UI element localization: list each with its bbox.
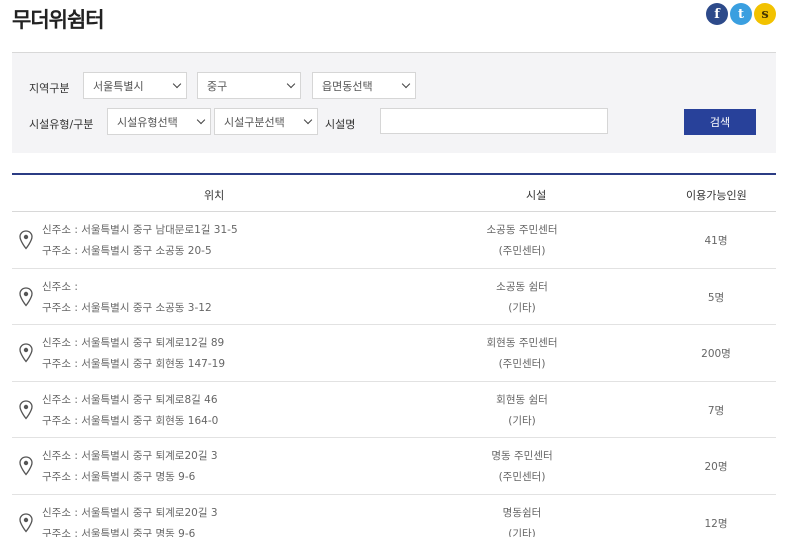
facility-type: (기타) [508, 527, 536, 537]
old-address: 구주소 : 서울특별시 중구 회현동 164-0 [42, 414, 219, 427]
facility-type: (주민센터) [498, 245, 546, 257]
facility-category-select[interactable]: 시설구분선택 [214, 108, 318, 135]
old-address: 구주소 : 서울특별시 중구 명동 9-6 [42, 471, 196, 483]
capacity: 5명 [707, 291, 725, 304]
facility-name: 소공동 쉼터 [496, 280, 548, 293]
table-row[interactable]: 신주소 : 서울특별시 중구 퇴계로12길 89 구주소 : 서울특별시 중구 회… [12, 325, 776, 382]
facility-category-select-value: 시설구분선택 [224, 115, 285, 129]
facility-type-label: 시설유형/구분 [29, 118, 94, 131]
shelter-table: 위치 시설 이용가능인원 신주소 : 서울특별시 중구 남대문로1길 31-5 구… [12, 173, 776, 537]
dong-select[interactable]: 읍면동선택 [312, 72, 416, 99]
dong-select-value: 읍면동선택 [322, 79, 373, 93]
city-select[interactable]: 서울특별시 [83, 72, 187, 99]
search-panel: 지역구분 서울특별시 중구 읍면동선택 시설유형/구분 시설유형선택 시설구분선… [12, 52, 776, 153]
table-row[interactable]: 신주소 : 서울특별시 중구 퇴계로20길 3 구주소 : 서울특별시 중구 명동… [12, 495, 776, 537]
location-pin-icon [19, 230, 33, 250]
facility-type: (주민센터) [498, 471, 546, 483]
facility-type: (주민센터) [498, 358, 546, 370]
facility-type-select-value: 시설유형선택 [117, 115, 178, 129]
facility-name: 소공동 주민센터 [486, 224, 558, 236]
location-pin-icon [19, 456, 33, 476]
facility-type: (기타) [508, 414, 536, 427]
table-row[interactable]: 신주소 : 구주소 : 서울특별시 중구 소공동 3-12 소공동 쉼터 (기타) 5명 [12, 269, 776, 325]
location-pin-icon [19, 343, 33, 363]
new-address: 신주소 : 서울특별시 중구 퇴계로12길 89 [42, 337, 225, 349]
capacity: 20명 [704, 461, 728, 473]
search-button[interactable]: 검색 [684, 109, 756, 135]
capacity: 12명 [704, 517, 728, 530]
new-address: 신주소 : 서울특별시 중구 남대문로1길 31-5 [42, 224, 238, 236]
new-address: 신주소 : [42, 280, 78, 293]
table-row[interactable]: 신주소 : 서울특별시 중구 퇴계로8길 46 구주소 : 서울특별시 중구 회현… [12, 382, 776, 438]
location-pin-icon [19, 399, 33, 420]
facility-name-input[interactable] [380, 108, 608, 134]
facility-name-label: 시설명 [325, 118, 356, 131]
district-select[interactable]: 중구 [197, 72, 301, 99]
facility-type-select[interactable]: 시설유형선택 [107, 108, 211, 135]
facility-name: 명동쉼터 [502, 506, 542, 519]
share-buttons: f t s [706, 3, 776, 25]
city-select-value: 서울특별시 [93, 79, 144, 93]
facebook-icon[interactable]: f [706, 3, 728, 25]
facility-name: 회현동 주민센터 [486, 337, 558, 349]
table-row[interactable]: 신주소 : 서울특별시 중구 퇴계로20길 3 구주소 : 서울특별시 중구 명동… [12, 438, 776, 495]
chevron-down-icon [303, 115, 313, 125]
chevron-down-icon [172, 79, 182, 89]
chevron-down-icon [401, 79, 411, 89]
page-title: 무더위쉼터 [12, 8, 105, 32]
old-address: 구주소 : 서울특별시 중구 소공동 20-5 [42, 245, 212, 257]
header-location: 위치 [204, 189, 225, 202]
chevron-down-icon [196, 115, 206, 125]
new-address: 신주소 : 서울특별시 중구 퇴계로20길 3 [42, 506, 218, 519]
region-label: 지역구분 [29, 82, 70, 95]
table-body: 신주소 : 서울특별시 중구 남대문로1길 31-5 구주소 : 서울특별시 중구… [12, 212, 776, 537]
location-pin-icon [19, 286, 33, 307]
facility-name: 회현동 쉼터 [496, 393, 548, 406]
district-select-value: 중구 [207, 79, 228, 93]
kakaostory-icon[interactable]: s [754, 3, 776, 25]
facility-type: (기타) [508, 301, 536, 314]
header-capacity: 이용가능인원 [686, 189, 747, 202]
twitter-icon[interactable]: t [730, 3, 752, 25]
table-row[interactable]: 신주소 : 서울특별시 중구 남대문로1길 31-5 구주소 : 서울특별시 중구… [12, 212, 776, 269]
capacity: 41명 [704, 235, 728, 247]
table-header: 위치 시설 이용가능인원 [12, 175, 776, 212]
old-address: 구주소 : 서울특별시 중구 명동 9-6 [42, 527, 196, 537]
facility-name: 명동 주민센터 [491, 450, 553, 462]
capacity: 200명 [701, 348, 731, 360]
header-facility: 시설 [526, 189, 547, 202]
old-address: 구주소 : 서울특별시 중구 회현동 147-19 [42, 358, 225, 370]
new-address: 신주소 : 서울특별시 중구 퇴계로20길 3 [42, 450, 218, 462]
old-address: 구주소 : 서울특별시 중구 소공동 3-12 [42, 301, 212, 314]
location-pin-icon [19, 512, 33, 533]
chevron-down-icon [286, 79, 296, 89]
new-address: 신주소 : 서울특별시 중구 퇴계로8길 46 [42, 393, 218, 406]
capacity: 7명 [707, 404, 725, 417]
